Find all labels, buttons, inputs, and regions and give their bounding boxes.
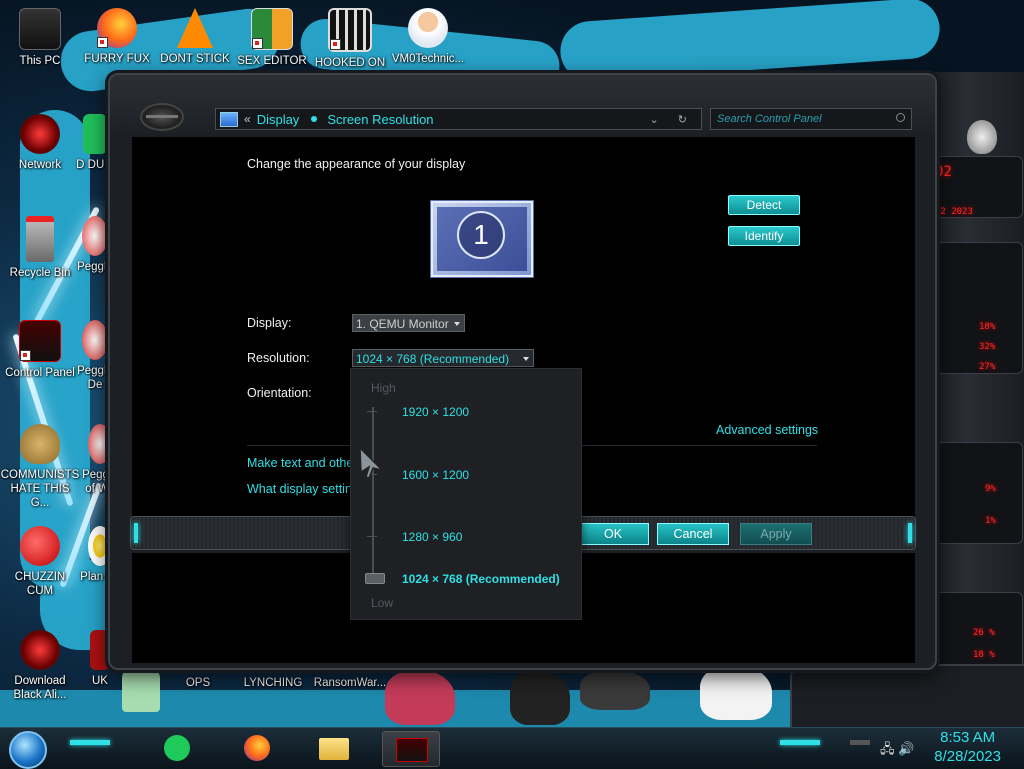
display-select-value: 1. QEMU Monitor xyxy=(356,317,449,331)
display-select[interactable]: 1. QEMU Monitor xyxy=(352,314,465,332)
alienware-bottom-frame xyxy=(790,664,1024,730)
slider-low-label: Low xyxy=(371,596,394,610)
address-bar[interactable]: « Display Screen Resolution ⌄ ↻ xyxy=(215,108,702,130)
firefox-icon xyxy=(97,8,137,48)
taskbar-notes-app[interactable] xyxy=(150,731,206,765)
resolution-option-selected[interactable]: 1024 × 768 (Recommended) xyxy=(402,572,560,586)
resolution-select-value: 1024 × 768 (Recommended) xyxy=(356,352,510,366)
orientation-label: Orientation: xyxy=(247,386,312,400)
alienware-logo-icon xyxy=(967,120,997,154)
breadcrumb-display[interactable]: Display xyxy=(257,112,300,127)
taskbar-firefox[interactable] xyxy=(230,731,286,765)
desktop-icon-communists[interactable]: COMMUNISTS HATE THIS G... xyxy=(0,424,80,510)
computer-icon xyxy=(19,8,61,50)
system-tray: 🖧 🔊 xyxy=(880,740,914,762)
desktop-icon-network[interactable]: Network xyxy=(3,114,77,172)
volume-icon[interactable]: 🔊 xyxy=(898,741,914,756)
resolution-option[interactable]: 1280 × 960 xyxy=(402,530,462,544)
desktop-icon-dont-stick[interactable]: DONT STICK xyxy=(158,8,232,66)
display-settings-link[interactable]: What display setting xyxy=(247,482,359,496)
text-size-link[interactable]: Make text and other xyxy=(247,456,357,470)
search-box[interactable] xyxy=(710,108,912,130)
recycle-bin-icon xyxy=(26,216,54,262)
doctor-icon xyxy=(408,8,448,48)
breadcrumb-back-icon[interactable]: « xyxy=(244,112,251,126)
desktop-icon-sex-editor[interactable]: SEX EDITOR xyxy=(235,8,309,68)
desktop-icon-recycle-bin[interactable]: Recycle Bin xyxy=(3,216,77,280)
control-panel-small-icon xyxy=(220,111,238,127)
control-panel-icon xyxy=(19,320,61,362)
peggle-icon xyxy=(82,216,108,256)
firefox-icon xyxy=(244,735,270,761)
alienware-side-panel: 02 22 2023 18% 32% 27% 9% 1% 26 % 18 % 1… xyxy=(925,72,1024,694)
monitor-1-graphic[interactable]: 1 xyxy=(431,201,533,277)
identify-button[interactable]: Identify xyxy=(728,226,800,246)
hxd-icon xyxy=(251,8,293,50)
peggle-de-icon xyxy=(82,320,108,360)
resolution-option[interactable]: 1920 × 1200 xyxy=(402,405,469,419)
monitor-number: 1 xyxy=(457,211,505,259)
clock-time: 8:53 AM xyxy=(940,729,996,746)
desktop-icon-download-black-ali[interactable]: Download Black Ali... xyxy=(3,630,77,702)
page-title: Change the appearance of your display xyxy=(247,157,466,171)
window-header: « Display Screen Resolution ⌄ ↻ xyxy=(110,75,935,133)
notes-icon xyxy=(164,735,190,761)
resolution-slider-track[interactable] xyxy=(372,407,374,575)
window-orb-icon xyxy=(140,103,184,131)
chuzzle-icon xyxy=(20,526,60,566)
control-panel-icon xyxy=(396,738,428,762)
network-tray-icon[interactable]: 🖧 xyxy=(880,741,895,756)
chevron-down-icon xyxy=(523,357,529,361)
taskbar: 🖧 🔊 8:53 AM 8/28/2023 xyxy=(0,727,1024,769)
taskbar-control-panel[interactable] xyxy=(382,731,440,767)
breadcrumb-separator-icon xyxy=(311,116,318,122)
slider-high-label: High xyxy=(371,381,396,395)
mouse-cursor-icon xyxy=(359,446,385,479)
alien-icon xyxy=(20,630,60,670)
cancel-button[interactable]: Cancel xyxy=(657,523,729,545)
desktop-icon-furry-fux[interactable]: FURRY FUX xyxy=(80,8,154,66)
desktop-icon-chuzzin-cum[interactable]: CHUZZIN CUM xyxy=(3,526,77,598)
money-bag-icon xyxy=(20,424,60,464)
clock[interactable]: 8:53 AM 8/28/2023 xyxy=(934,728,1001,766)
resolution-option[interactable]: 1600 × 1200 xyxy=(402,468,469,482)
start-button[interactable] xyxy=(9,731,47,769)
desktop-icon-lynching[interactable]: LYNCHING xyxy=(236,676,310,690)
advanced-settings-link[interactable]: Advanced settings xyxy=(716,423,818,437)
search-input[interactable] xyxy=(711,109,889,129)
resolution-label: Resolution: xyxy=(247,351,310,365)
display-label: Display: xyxy=(247,316,292,330)
refresh-icon[interactable]: ⌄ ↻ xyxy=(650,113,702,126)
resolution-dropdown[interactable]: High 1920 × 1200 1600 × 1200 1280 × 960 … xyxy=(350,368,582,620)
clock-date: 8/28/2023 xyxy=(934,748,1001,765)
green-app-icon xyxy=(83,114,107,154)
desktop-icon-vm0technic[interactable]: VM0Technic... xyxy=(391,8,465,66)
desktop-icon-hooked-on[interactable]: HOOKED ON xyxy=(313,8,387,70)
resolution-slider-thumb[interactable] xyxy=(365,573,385,584)
ok-button[interactable]: OK xyxy=(577,523,649,545)
desktop-icon-ransomware[interactable]: RansomWar... xyxy=(313,676,387,690)
folder-icon xyxy=(319,738,349,760)
desktop-icon-this-pc[interactable]: This PC xyxy=(3,8,77,68)
resolution-select[interactable]: 1024 × 768 (Recommended) xyxy=(352,349,534,367)
network-icon xyxy=(20,114,60,154)
vlc-icon xyxy=(177,8,213,48)
apply-button[interactable]: Apply xyxy=(740,523,812,545)
search-icon xyxy=(896,113,905,122)
chevron-down-icon xyxy=(454,322,460,326)
detect-button[interactable]: Detect xyxy=(728,195,800,215)
maze-icon xyxy=(328,8,372,52)
desktop-icon-control-panel[interactable]: Control Panel xyxy=(3,320,77,380)
breadcrumb-screen-resolution[interactable]: Screen Resolution xyxy=(327,112,433,127)
taskbar-file-explorer[interactable] xyxy=(306,731,362,765)
